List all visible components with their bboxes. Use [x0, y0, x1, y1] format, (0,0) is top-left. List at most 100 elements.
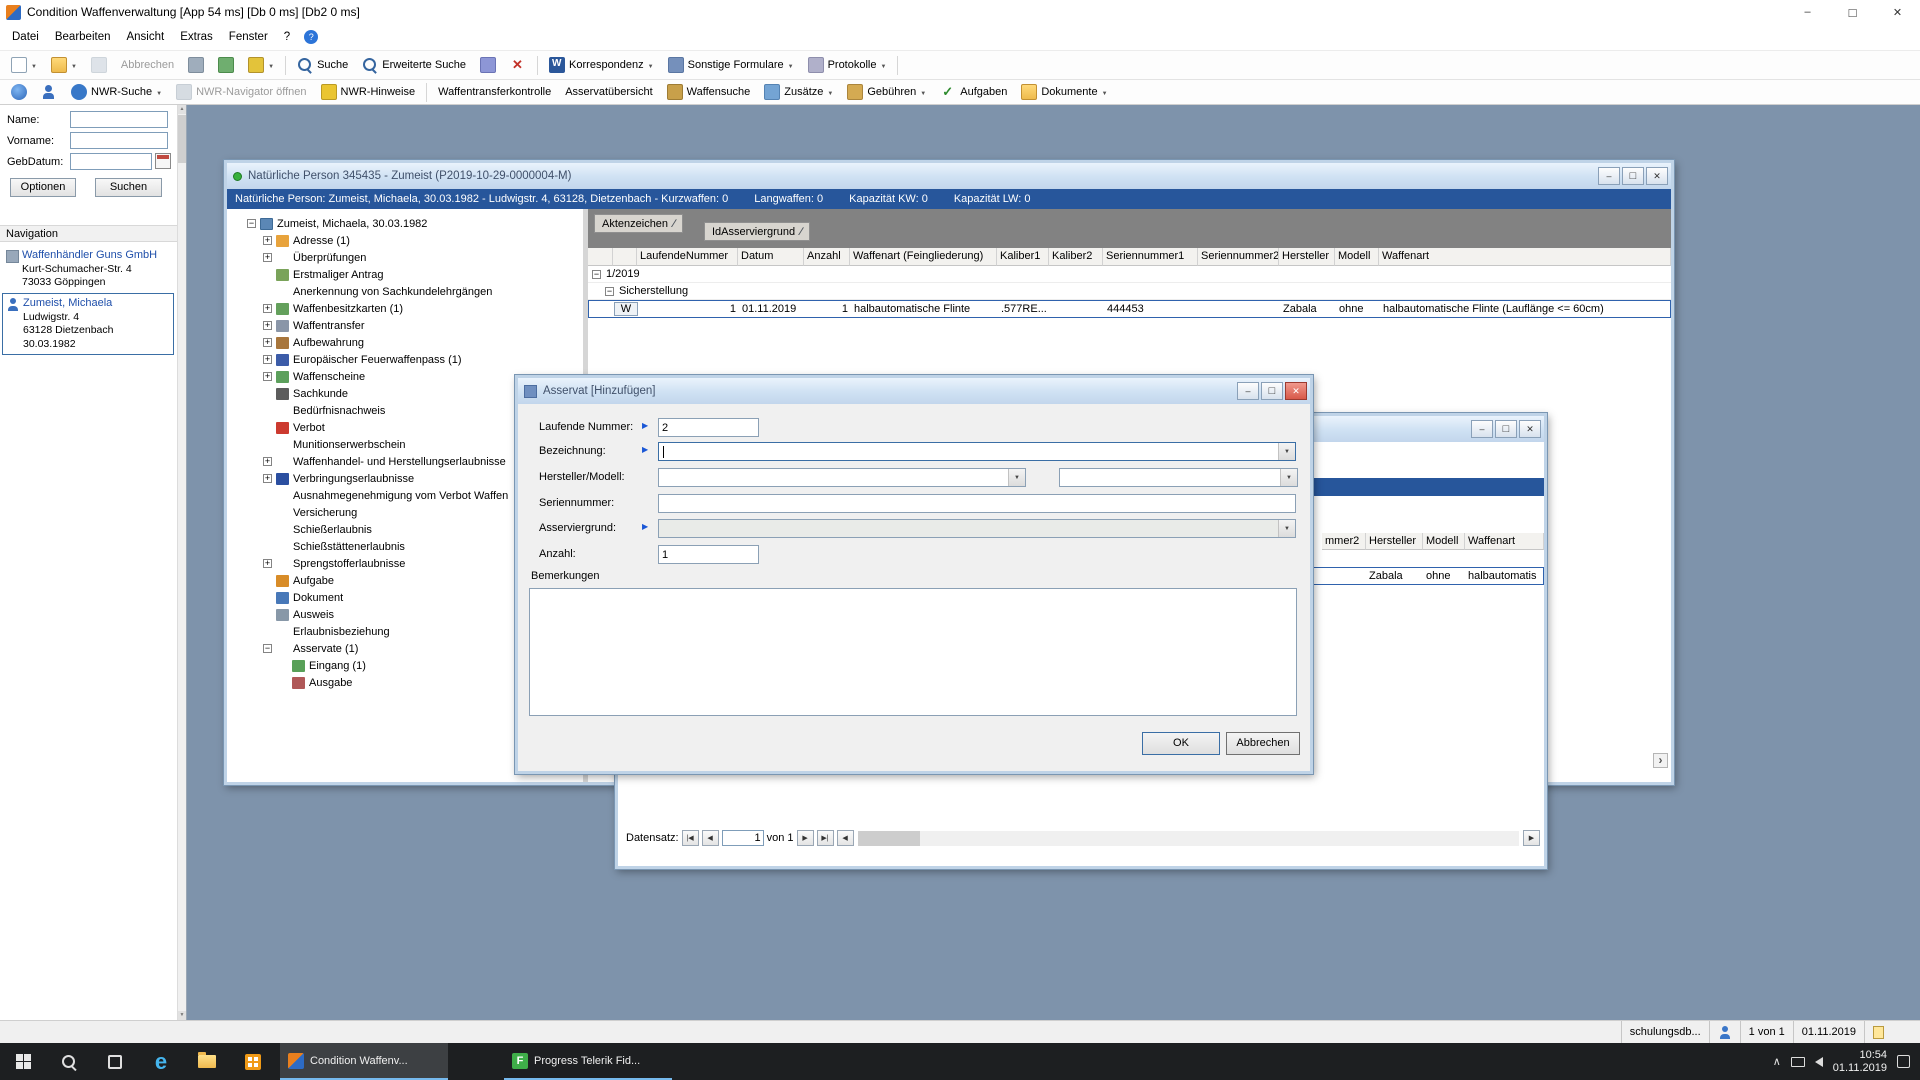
next-record-icon[interactable] [797, 830, 814, 846]
tree-expander-icon[interactable] [263, 338, 272, 347]
tree-item[interactable]: Aufbewahrung [243, 334, 583, 351]
tree-expander-icon[interactable] [263, 372, 272, 381]
minimize-icon[interactable] [1471, 420, 1493, 438]
name-input[interactable] [70, 111, 168, 128]
vorname-input[interactable] [70, 132, 168, 149]
last-record-icon[interactable] [817, 830, 834, 846]
column-header[interactable]: Seriennummer2 [1198, 248, 1279, 266]
tree-item[interactable]: Waffenbesitzkarten (1) [243, 300, 583, 317]
toolbar-button[interactable]: Sonstige Formulare [662, 54, 800, 77]
tree-expander-icon[interactable] [263, 457, 272, 466]
seriennummer-input[interactable] [658, 494, 1296, 513]
scroll-right-icon[interactable] [1653, 753, 1668, 768]
toolbar-button[interactable]: Zusätze [758, 81, 839, 104]
pinned-app-button[interactable] [230, 1043, 276, 1080]
group-row-sicherstellung[interactable]: Sicherstellung [588, 283, 1671, 300]
column-header[interactable]: Waffenart [1379, 248, 1671, 266]
column-header[interactable] [588, 248, 613, 266]
close-icon[interactable] [1519, 420, 1541, 438]
toolbar-button[interactable]: Aufgaben [934, 81, 1013, 104]
toolbar-button[interactable]: Abbrechen [115, 54, 180, 77]
column-header[interactable]: Modell [1423, 533, 1465, 550]
column-header[interactable]: Waffenart (Feingliederung) [850, 248, 997, 266]
group-chip-idasserviergrund[interactable]: IdAsserviergrund [704, 222, 810, 241]
minimize-icon[interactable] [1598, 167, 1620, 185]
toolbar-button[interactable] [285, 56, 286, 75]
optionen-button[interactable]: Optionen [10, 178, 76, 197]
tree-item[interactable]: Anerkennung von Sachkundelehrgängen [243, 283, 583, 300]
toolbar-button[interactable]: Korrespondenz [543, 54, 660, 77]
laufende-nummer-input[interactable] [658, 418, 759, 437]
minimize-icon[interactable] [1237, 382, 1259, 400]
tree-expander-icon[interactable] [247, 219, 256, 228]
menu-item[interactable]: Fenster [221, 28, 276, 46]
toolbar-button[interactable]: Gebühren [841, 81, 932, 104]
display-icon[interactable] [1791, 1057, 1805, 1067]
tree-expander-icon[interactable] [263, 559, 272, 568]
toolbar-button[interactable] [212, 54, 240, 77]
taskbar-app-fiddler[interactable]: Progress Telerik Fid... [504, 1043, 672, 1080]
person-window-titlebar[interactable]: Natürliche Person 345435 - Zumeist (P201… [227, 163, 1671, 189]
group-chip-aktenzeichen[interactable]: Aktenzeichen [594, 214, 683, 233]
column-header[interactable]: Datum [738, 248, 804, 266]
previous-record-icon[interactable] [702, 830, 719, 846]
gebdatum-input[interactable] [70, 153, 152, 170]
tree-item[interactable]: Adresse (1) [243, 232, 583, 249]
taskbar-app-condition[interactable]: Condition Waffenv... [280, 1043, 448, 1080]
column-header[interactable]: Seriennummer1 [1103, 248, 1198, 266]
close-icon[interactable] [1285, 382, 1307, 400]
tree-expander-icon[interactable] [263, 253, 272, 262]
tree-expander-icon[interactable] [263, 304, 272, 313]
column-header[interactable]: Hersteller [1366, 533, 1423, 550]
chevron-down-icon[interactable] [1008, 469, 1025, 486]
tree-item[interactable]: Überprüfungen [243, 249, 583, 266]
toolbar-button[interactable] [242, 54, 280, 77]
hscroll-right-icon[interactable] [1523, 830, 1540, 846]
table-row-selected[interactable]: W101.11.20191halbautomatische Flinte.577… [588, 300, 1671, 318]
menu-item[interactable]: Extras [172, 28, 221, 46]
tree-item[interactable]: Erstmaliger Antrag [243, 266, 583, 283]
collapse-icon[interactable] [605, 287, 614, 296]
bezeichnung-combobox[interactable] [658, 442, 1296, 461]
left-panel-scrollbar[interactable] [177, 105, 186, 1020]
collapse-icon[interactable] [592, 270, 601, 279]
scroll-thumb[interactable] [858, 831, 920, 846]
start-button[interactable] [0, 1043, 46, 1080]
taskbar-clock[interactable]: 10:54 01.11.2019 [1833, 1049, 1887, 1075]
action-center-icon[interactable] [1897, 1055, 1910, 1068]
toolbar-button[interactable]: Asservatübersicht [559, 81, 658, 104]
tree-item[interactable]: Zumeist, Michaela, 30.03.1982 [243, 215, 583, 232]
cancel-button[interactable]: Abbrechen [1226, 732, 1300, 755]
maximize-icon[interactable] [1261, 382, 1283, 400]
tree-expander-icon[interactable] [263, 321, 272, 330]
toolbar-button[interactable] [897, 56, 898, 75]
calendar-icon[interactable] [155, 153, 171, 169]
asserviergrund-combobox[interactable] [658, 519, 1296, 538]
anzahl-input[interactable] [658, 545, 759, 564]
bemerkungen-textarea[interactable] [529, 588, 1297, 716]
column-header[interactable]: Kaliber2 [1049, 248, 1103, 266]
scroll-down-icon[interactable] [178, 1011, 186, 1020]
tree-expander-icon[interactable] [263, 355, 272, 364]
maximize-icon[interactable] [1622, 167, 1644, 185]
edge-button[interactable] [138, 1043, 184, 1080]
tree-expander-icon[interactable] [263, 644, 272, 653]
navigation-item-person[interactable]: Zumeist, Michaela Ludwigstr. 4 63128 Die… [2, 293, 174, 355]
chevron-down-icon[interactable] [1278, 443, 1295, 460]
hersteller-combobox[interactable] [658, 468, 1026, 487]
maximize-icon[interactable] [1495, 420, 1517, 438]
maximize-icon[interactable] [1830, 0, 1875, 24]
toolbar-button[interactable]: Erweiterte Suche [356, 54, 472, 77]
file-explorer-button[interactable] [184, 1043, 230, 1080]
chevron-down-icon[interactable] [1278, 520, 1295, 537]
toolbar-button[interactable] [45, 54, 83, 77]
group-row-year[interactable]: 1/2019 [588, 266, 1671, 283]
column-header[interactable]: Waffenart [1465, 533, 1544, 550]
toolbar-button[interactable]: Suche [291, 54, 354, 77]
speaker-icon[interactable] [1815, 1057, 1823, 1067]
toolbar-button[interactable]: NWR-Suche [65, 81, 168, 104]
close-icon[interactable] [1646, 167, 1668, 185]
toolbar-button[interactable] [537, 56, 538, 75]
tree-item[interactable]: Waffentransfer [243, 317, 583, 334]
scroll-thumb[interactable] [178, 115, 186, 163]
